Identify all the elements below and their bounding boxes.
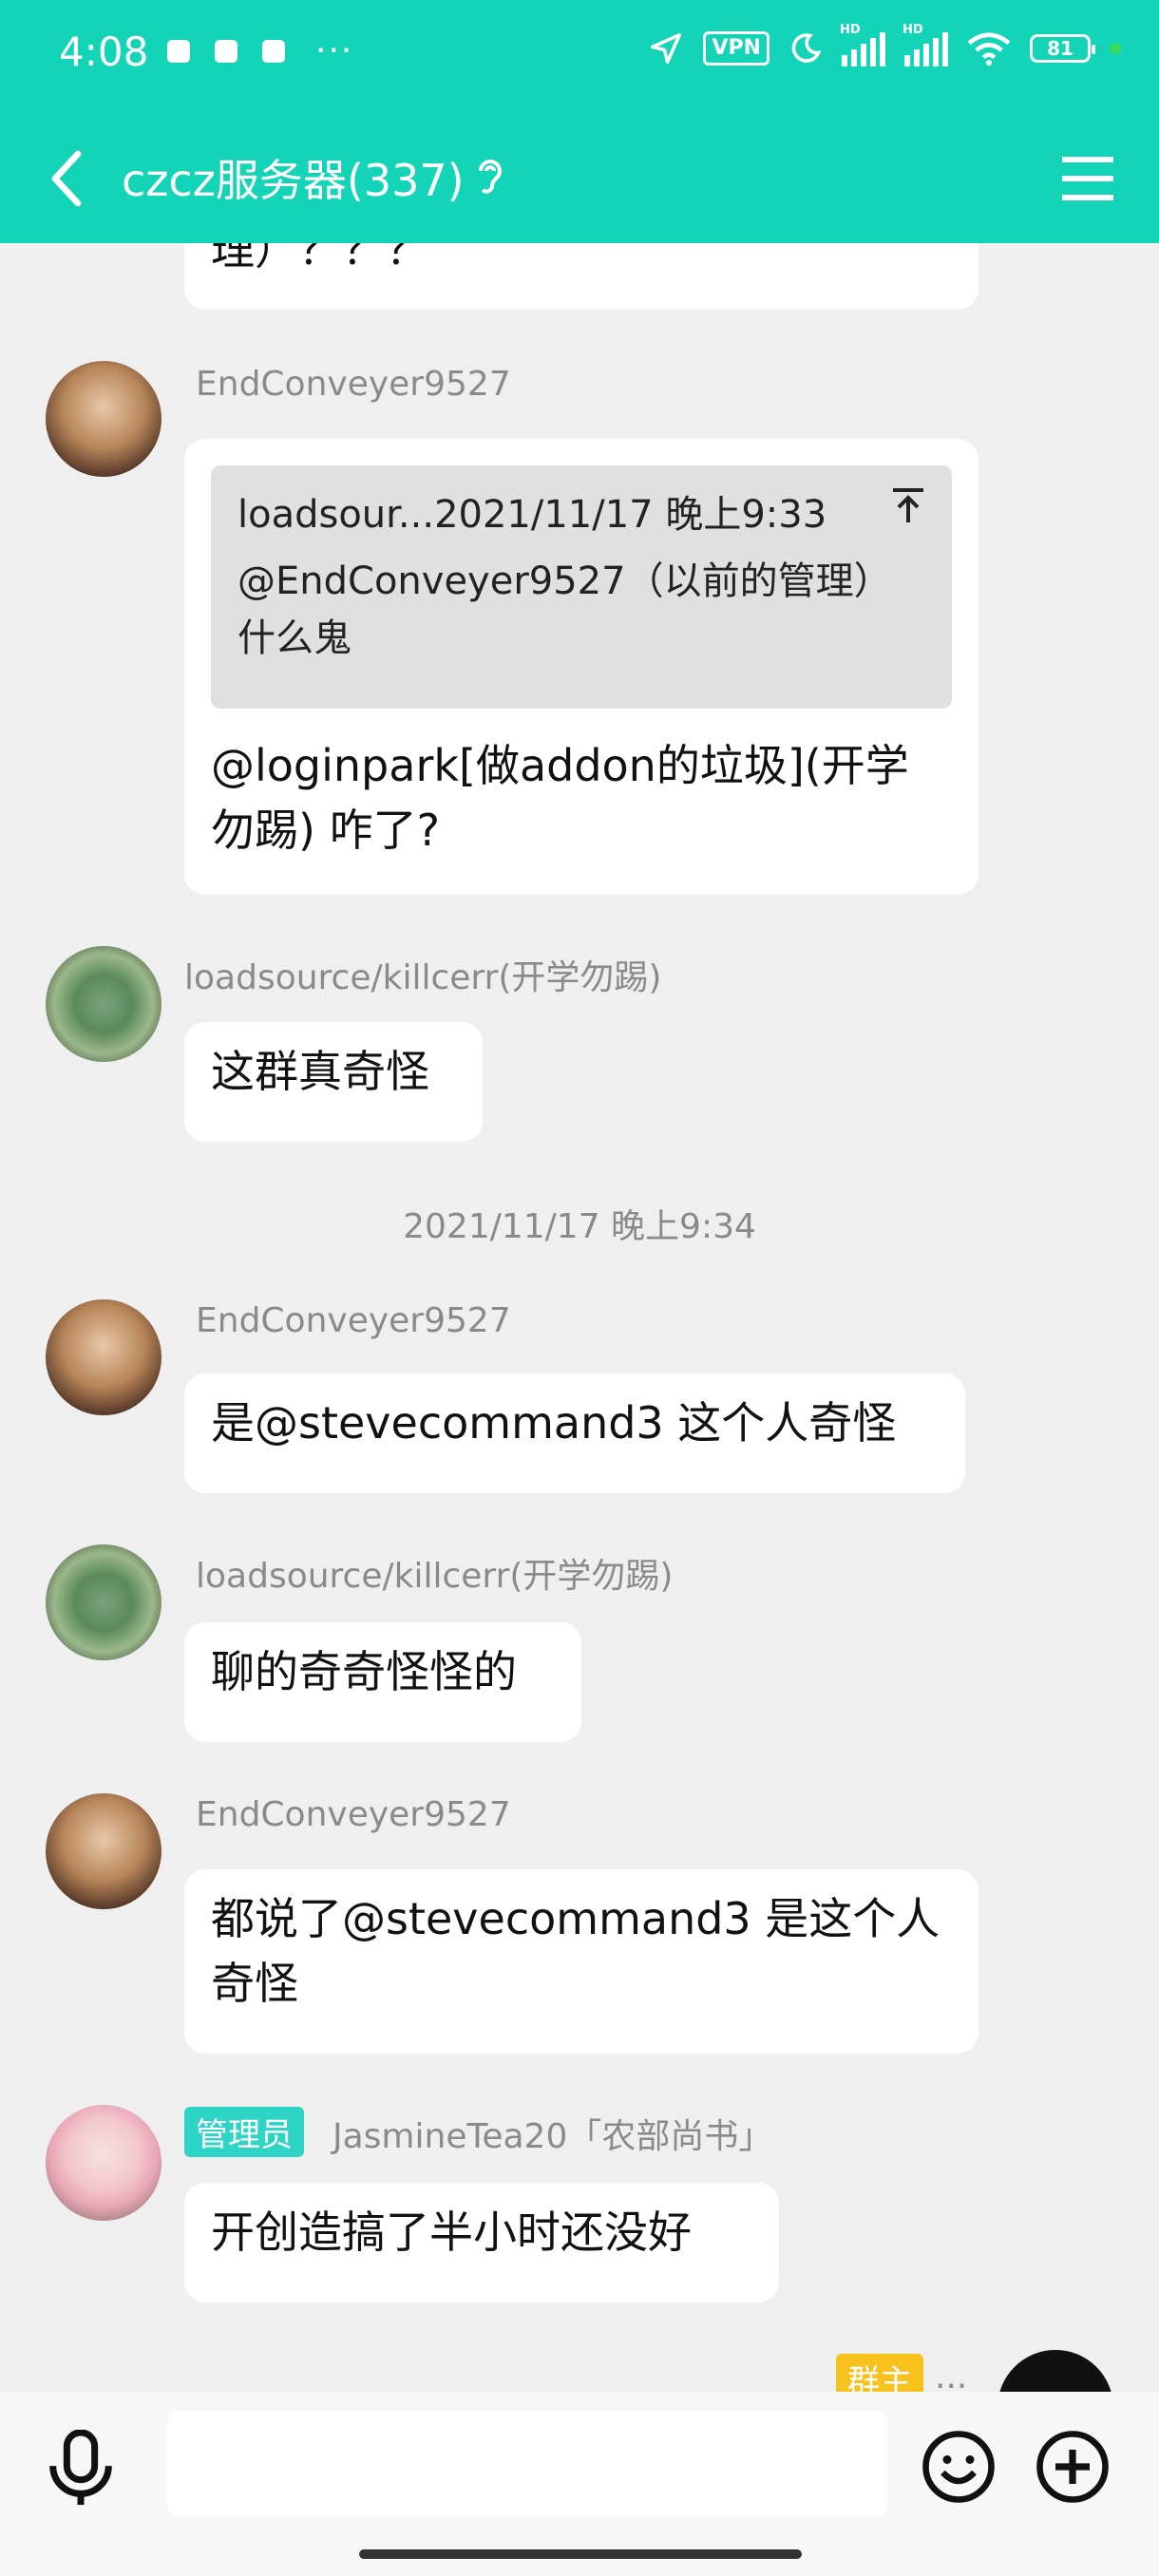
privacy-indicator (1110, 43, 1121, 54)
title-bar: czcz服务器(337) (0, 112, 1159, 243)
wifi-icon (967, 32, 1011, 66)
status-icons: VPN HD HD 81 (648, 23, 1121, 66)
sender-name[interactable]: EndConveyer9527 (196, 365, 511, 404)
message-bubble[interactable]: 开创造搞了半小时还没好 (184, 2183, 779, 2302)
avatar[interactable] (46, 2105, 162, 2221)
signal-icon: HD (840, 23, 885, 66)
quote-body: @EndConveyer9527（以前的管理）什么鬼 (238, 559, 892, 660)
message-text: 聊的奇奇怪怪的 (211, 1646, 517, 1697)
quoted-message[interactable]: loadsour...2021/11/17 晚上9:33 @EndConveye… (211, 465, 952, 709)
signal-icon: HD (902, 23, 948, 66)
message-bubble[interactable]: loadsour...2021/11/17 晚上9:33 @EndConveye… (184, 439, 978, 895)
sender-name[interactable]: ... (935, 2358, 967, 2396)
avatar[interactable] (46, 1299, 162, 1415)
admin-badge: 管理员 (184, 2107, 304, 2157)
chat-title[interactable]: czcz服务器(337) (122, 146, 465, 209)
location-icon (651, 33, 682, 64)
message-text: 这群真奇怪 (211, 1046, 429, 1097)
jump-to-top-icon[interactable] (891, 486, 925, 524)
sender-name[interactable]: loadsource/killcerr(开学勿踢) (196, 1548, 673, 1598)
back-button[interactable] (38, 141, 95, 217)
emoji-icon[interactable] (922, 2430, 996, 2504)
home-indicator[interactable] (359, 2549, 802, 2559)
status-time: 4:08 (59, 28, 149, 75)
battery-icon: 81 (1030, 34, 1095, 63)
message-text: @loginpark[做addon的垃圾](开学勿踢) 咋了? (211, 740, 909, 856)
sender-name[interactable]: EndConveyer9527 (196, 1301, 511, 1340)
menu-icon (1062, 157, 1113, 200)
message-text: 都说了@stevecommand3 是这个人奇怪 (211, 1893, 940, 2009)
timestamp: 2021/11/17 晚上9:34 (403, 1207, 756, 1246)
avatar[interactable] (46, 361, 162, 477)
avatar[interactable] (46, 1793, 162, 1909)
moon-icon (791, 33, 822, 63)
message-input[interactable] (167, 2411, 887, 2517)
app-notification-icon (262, 40, 285, 63)
menu-button[interactable] (1054, 141, 1121, 217)
vpn-icon: VPN (703, 31, 770, 66)
notification-icons: ··· (167, 31, 354, 70)
message-bubble[interactable]: 聊的奇奇怪怪的 (184, 1622, 581, 1742)
app-notification-icon (167, 40, 190, 63)
message-text: 开创造搞了半小时还没好 (211, 2207, 692, 2258)
more-notifications: ··· (315, 31, 354, 70)
message-bubble[interactable]: 是@stevecommand3 这个人奇怪 (184, 1373, 965, 1493)
message-text: 是@stevecommand3 这个人奇怪 (211, 1397, 897, 1449)
quote-header: loadsour...2021/11/17 晚上9:33 (238, 493, 827, 537)
plus-icon[interactable] (1036, 2430, 1110, 2504)
header-content: 4:08 ··· VPN HD HD 81 czcz服务器(337) (0, 0, 1159, 243)
app-notification-icon (215, 40, 238, 63)
avatar[interactable] (46, 1544, 162, 1660)
avatar[interactable] (46, 946, 162, 1062)
sender-name[interactable]: loadsource/killcerr(开学勿踢) (184, 950, 661, 999)
sender-name[interactable]: JasmineTea20「农部尚书」 (332, 2109, 772, 2158)
ear-icon[interactable] (475, 154, 505, 199)
back-arrow-icon (51, 150, 82, 207)
sender-name[interactable]: EndConveyer9527 (196, 1795, 511, 1834)
input-bar (0, 2392, 1159, 2576)
message-bubble[interactable]: 这群真奇怪 (184, 1022, 483, 1142)
mic-icon[interactable] (44, 2430, 118, 2508)
message-bubble[interactable]: 都说了@stevecommand3 是这个人奇怪 (184, 1869, 978, 2054)
